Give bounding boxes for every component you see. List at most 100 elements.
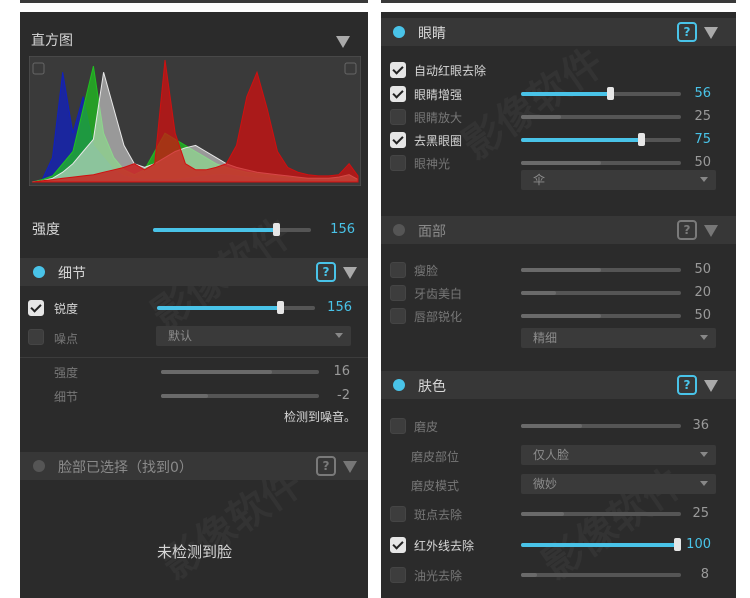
oil-removal-checkbox[interactable] [390,567,406,583]
row-slider[interactable] [521,115,681,119]
eyes-enabled-indicator[interactable] [393,26,405,38]
spot-removal-slider[interactable] [521,512,681,516]
row-checkbox[interactable] [390,109,406,125]
row-slider-fill [521,138,641,142]
row-slider[interactable] [521,314,681,318]
smooth-area-select[interactable]: 仅人脸 [521,445,716,465]
row-slider-fill [521,314,601,318]
detail-help-icon[interactable]: ? [316,262,336,282]
smooth-area-select-value: 仅人脸 [533,448,570,462]
strength-value: 156 [330,222,355,237]
noise-checkbox[interactable] [28,329,44,345]
noise-detected-note: 检测到噪音。 [284,410,357,424]
sharpen-value: 156 [327,300,352,315]
lip-mode-select-arrow-icon [700,335,708,340]
face-selection-title: 脸部已选择（找到0） [58,460,193,476]
eyes-help-icon[interactable]: ? [677,22,697,42]
row-slider[interactable] [521,133,681,146]
smooth-slider[interactable] [521,424,681,428]
spot-removal-label: 斑点去除 [414,508,463,522]
noise-strength-label: 强度 [54,366,79,380]
row-label: 去黑眼圈 [414,134,463,148]
noise-strength-value: 16 [333,364,350,379]
face-section-collapse-icon[interactable] [704,225,718,237]
noise-select-arrow-icon [335,333,343,338]
smooth-checkbox[interactable] [390,418,406,434]
catchlight-select[interactable]: 伞 [521,170,716,190]
noise-label: 噪点 [54,332,79,346]
row-slider[interactable] [521,291,681,295]
infrared-removal-value: 100 [686,537,711,552]
row-checkbox[interactable] [390,155,406,171]
row-slider-fill [521,268,601,272]
left-panel: 影像软件 影像软件 直方图 强度 156 细节 ? 锐度 156 噪点 默认 强… [20,12,368,598]
sharpen-slider[interactable] [157,301,315,314]
row-checkbox[interactable] [390,262,406,278]
face-enabled-indicator[interactable] [393,224,405,236]
row-label: 唇部锐化 [414,310,463,324]
skin-section-title: 肤色 [418,379,446,395]
row-label: 眼神光 [414,157,451,171]
smooth-mode-label: 磨皮模式 [411,479,460,493]
sharpen-label: 锐度 [54,302,79,316]
strength-label: 强度 [32,222,60,238]
oil-removal-label: 油光去除 [414,569,463,583]
row-checkbox[interactable] [390,285,406,301]
row-label: 瘦脸 [414,264,439,278]
row-value: 20 [694,285,711,300]
row-checkbox[interactable] [390,86,406,102]
skin-collapse-icon[interactable] [704,380,718,392]
catchlight-select-value: 伞 [533,173,546,187]
face-selection-header[interactable]: 脸部已选择（找到0） ? [20,452,368,480]
catchlight-select-arrow-icon [700,177,708,182]
row-slider-fill [521,92,611,96]
detail-collapse-icon[interactable] [343,267,357,279]
row-slider-fill [521,115,561,119]
smooth-mode-select[interactable]: 微妙 [521,474,716,494]
lip-mode-select-value: 精细 [533,331,558,345]
spot-removal-checkbox[interactable] [390,506,406,522]
detail-enabled-indicator[interactable] [33,266,45,278]
face-section-header[interactable]: 面部 ? [381,216,736,244]
auto-redeye-checkbox[interactable] [390,62,406,78]
row-slider[interactable] [521,268,681,272]
right-panel-top-edge [381,0,736,3]
sharpen-checkbox[interactable] [28,300,44,316]
row-slider-fill [521,161,601,165]
face-help-icon[interactable]: ? [316,456,336,476]
infrared-removal-checkbox[interactable] [390,537,406,553]
oil-removal-slider[interactable] [521,573,681,577]
noise-select[interactable]: 默认 [156,326,351,346]
face-selection-indicator[interactable] [33,460,45,472]
histogram-collapse-icon[interactable] [336,36,350,48]
detail-section-header[interactable]: 细节 ? [20,258,368,286]
row-value: 50 [694,308,711,323]
row-slider[interactable] [521,87,681,100]
row-slider[interactable] [521,161,681,165]
oil-removal-value: 8 [700,567,709,582]
row-label: 眼睛增强 [414,88,463,102]
row-label: 牙齿美白 [414,287,463,301]
strength-slider[interactable] [153,223,311,236]
lip-mode-select[interactable]: 精细 [521,328,716,348]
face-section-title: 面部 [418,224,446,240]
skin-enabled-indicator[interactable] [393,379,405,391]
skin-help-icon[interactable]: ? [677,375,697,395]
spot-removal-value: 25 [692,506,709,521]
face-section-help-icon[interactable]: ? [677,220,697,240]
histogram-chart [29,56,361,186]
noise-detail-slider[interactable] [161,394,319,398]
eyes-collapse-icon[interactable] [704,27,718,39]
noise-select-value: 默认 [168,329,193,343]
row-checkbox[interactable] [390,132,406,148]
row-checkbox[interactable] [390,308,406,324]
row-slider-fill [521,291,557,295]
noise-strength-slider[interactable] [161,370,319,374]
eyes-section-header[interactable]: 眼睛 ? [381,18,736,46]
right-panel: 影像软件 影像软件 眼睛 ? 自动红眼去除 眼睛增强56眼睛放大25去黑眼圈75… [381,12,736,598]
face-collapse-icon[interactable] [343,461,357,473]
skin-section-header[interactable]: 肤色 ? [381,371,736,399]
smooth-mode-select-value: 微妙 [533,477,558,491]
smooth-mode-select-arrow-icon [700,481,708,486]
infrared-removal-slider[interactable] [521,538,681,551]
